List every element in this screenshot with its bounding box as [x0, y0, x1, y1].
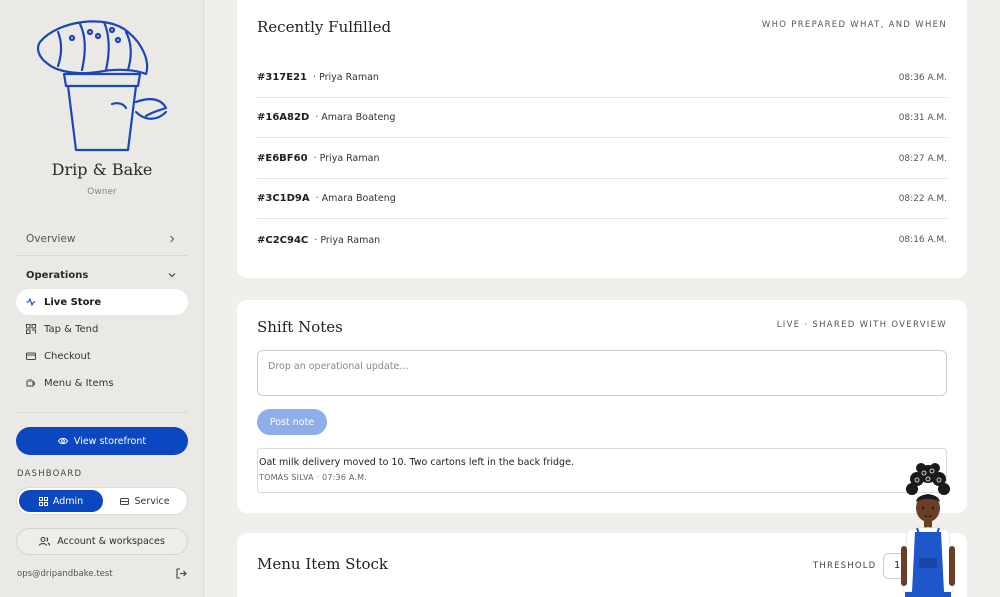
grid-icon — [38, 496, 48, 506]
sidebar-item-tap-tend[interactable]: Tap & Tend — [16, 316, 188, 342]
shift-notes-card: Shift Notes LIVE · SHARED WITH OVERVIEW … — [237, 300, 967, 513]
preparer: · Priya Raman — [313, 153, 380, 164]
post-note-button[interactable]: Post note — [257, 409, 327, 435]
preparer: · Priya Raman — [313, 72, 379, 83]
chevron-right-icon — [170, 235, 175, 243]
dashboard-switch: Admin Service — [16, 487, 188, 515]
threshold-label: THRESHOLD — [813, 561, 877, 571]
menu-item-stock-title: Menu Item Stock — [257, 555, 388, 573]
dashboard-label: DASHBOARD — [17, 469, 83, 479]
shift-note-input[interactable]: Drop an operational update... — [257, 350, 947, 396]
sidebar-divider — [16, 255, 188, 256]
croissant-cup-logo — [37, 20, 168, 152]
sidebar-divider — [16, 412, 188, 413]
menu-item-stock-card: Menu Item Stock THRESHOLD 1 — [237, 533, 967, 597]
table-row[interactable]: #3C1D9A · Amara Boateng 08:22 A.M. — [257, 179, 947, 219]
sidebar-item-checkout[interactable]: Checkout — [16, 343, 188, 369]
user-email: ops@dripandbake.test — [17, 569, 113, 579]
recently-fulfilled-title: Recently Fulfilled — [257, 18, 392, 36]
sidebar-item-label: Checkout — [44, 350, 91, 362]
nav-operations[interactable]: Operations — [16, 262, 188, 288]
dashboard-service-option[interactable]: Service — [105, 490, 185, 512]
qr-icon — [26, 324, 36, 334]
account-workspaces-button[interactable]: Account & workspaces — [16, 528, 188, 555]
logout-icon[interactable] — [176, 568, 187, 579]
fulfilled-time: 08:31 A.M. — [898, 112, 947, 123]
nav-overview-label: Overview — [26, 233, 76, 245]
fulfilled-time: 08:22 A.M. — [898, 193, 947, 204]
order-id: #3C1D9A — [257, 193, 310, 204]
tray-icon — [120, 497, 130, 505]
preparer: · Amara Boateng — [315, 112, 396, 123]
order-id: #C2C94C — [257, 234, 309, 246]
table-row[interactable]: #317E21 · Priya Raman 08:36 A.M. — [257, 58, 947, 98]
account-workspaces-label: Account & workspaces — [57, 536, 165, 547]
chevron-down-icon — [168, 273, 176, 278]
fulfilled-time: 08:27 A.M. — [898, 153, 947, 164]
sidebar-item-label: Tap & Tend — [44, 323, 99, 335]
table-row[interactable]: #16A82D · Amara Boateng 08:31 A.M. — [257, 98, 947, 138]
sidebar-item-live-store[interactable]: Live Store — [16, 289, 188, 315]
note-meta: TOMÁS SILVA · 07:36 A.M. — [259, 473, 367, 482]
fulfilled-time: 08:16 A.M. — [898, 235, 947, 245]
view-storefront-button[interactable]: View storefront — [16, 427, 188, 455]
order-id: #E6BF60 — [257, 153, 308, 164]
sidebar-item-menu-items[interactable]: Menu & Items — [16, 370, 188, 396]
brand-name: Drip & Bake — [51, 160, 153, 179]
sidebar: Drip & Bake Owner Overview Operations Li… — [0, 0, 204, 597]
table-row[interactable]: #E6BF60 · Priya Raman 08:27 A.M. — [257, 139, 947, 179]
cup-icon — [26, 379, 35, 387]
shift-notes-meta: LIVE · SHARED WITH OVERVIEW — [776, 320, 947, 330]
shift-note-entry: Oat milk delivery moved to 10. Two carto… — [257, 448, 947, 493]
sidebar-item-label: Live Store — [44, 296, 102, 308]
nav-overview[interactable]: Overview — [16, 226, 188, 252]
dashboard-admin-option[interactable]: Admin — [19, 490, 103, 512]
preparer: · Amara Boateng — [315, 193, 396, 204]
recently-fulfilled-card: Recently Fulfilled WHO PREPARED WHAT, AN… — [237, 0, 967, 278]
activity-icon — [26, 297, 36, 307]
shift-notes-title: Shift Notes — [257, 318, 343, 336]
recently-fulfilled-meta: WHO PREPARED WHAT, AND WHEN — [761, 20, 947, 30]
table-row[interactable]: #C2C94C · Priya Raman 08:16 A.M. — [257, 220, 947, 260]
users-icon — [39, 537, 51, 546]
user-role: Owner — [87, 187, 117, 197]
barista-illustration — [901, 463, 955, 597]
eye-icon — [57, 437, 68, 445]
dashboard-admin-label: Admin — [52, 495, 84, 507]
note-text: Oat milk delivery moved to 10. Two carto… — [259, 457, 574, 468]
dashboard-service-label: Service — [134, 495, 170, 507]
view-storefront-label: View storefront — [73, 435, 147, 447]
nav-operations-label: Operations — [26, 269, 89, 281]
preparer: · Priya Raman — [314, 234, 381, 246]
sidebar-item-label: Menu & Items — [44, 377, 114, 389]
card-icon — [26, 352, 36, 360]
order-id: #317E21 — [257, 72, 307, 83]
fulfilled-time: 08:36 A.M. — [898, 72, 947, 83]
order-id: #16A82D — [257, 112, 310, 123]
